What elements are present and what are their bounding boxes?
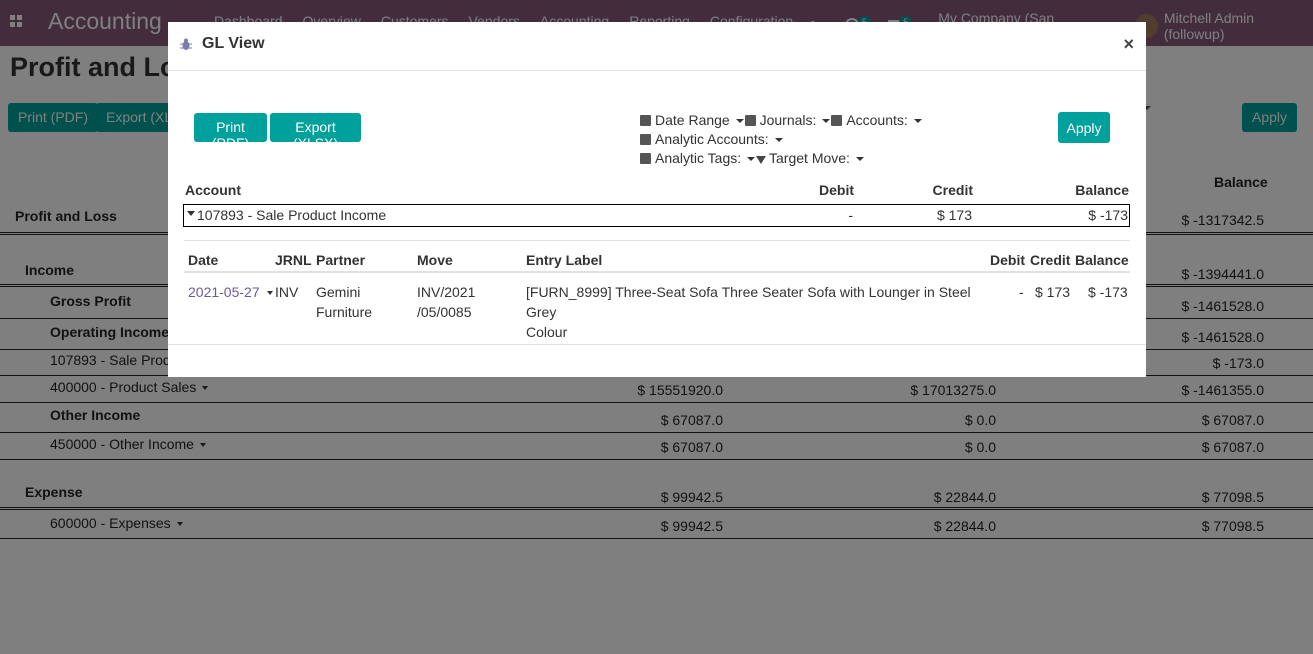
book-icon <box>640 134 651 145</box>
line-jrnl: INV <box>275 284 299 300</box>
debit-header: Debit <box>819 182 854 198</box>
jrnl-header: JRNL <box>275 252 312 268</box>
analytic-accounts-label: Analytic Accounts: <box>655 131 769 147</box>
line-date: 2021-05-27 <box>188 284 260 300</box>
line-partner-1: Gemini <box>316 284 361 300</box>
print-pdf-button[interactable]: Print (PDF) <box>194 113 267 151</box>
date-header: Date <box>188 252 219 268</box>
journals-filter[interactable]: Journals: <box>744 111 832 130</box>
caret-down-icon[interactable] <box>187 211 195 216</box>
line-move-2: /05/0085 <box>417 304 472 320</box>
line-partner: Gemini Furniture <box>316 282 372 322</box>
modal-title: GL View <box>202 35 265 52</box>
modal-footer <box>168 344 1146 345</box>
analytic-accounts-filter[interactable]: Analytic Accounts: <box>640 130 784 149</box>
date-range-label: Date Range <box>655 112 730 128</box>
book-icon <box>744 115 756 126</box>
line-entry-label: [FURN_8999] Three-Seat Sofa Three Seater… <box>526 282 981 342</box>
credit-header: Credit <box>932 182 973 198</box>
line-debit: - <box>1019 284 1024 300</box>
accounts-label: Accounts: <box>846 112 908 128</box>
bug-icon <box>180 38 192 51</box>
chevron-down-icon <box>735 119 744 124</box>
filter-bar: Date Range Journals: Accounts: Analytic … <box>640 111 1060 168</box>
balance-header: Balance <box>1075 182 1129 198</box>
chevron-down-icon <box>822 119 831 124</box>
modal-header: GL View × <box>168 22 1146 71</box>
accounts-filter[interactable]: Accounts: <box>831 111 922 130</box>
line-credit: $ 173 <box>1035 284 1071 300</box>
partner-header: Partner <box>316 252 366 268</box>
chevron-down-icon <box>747 157 756 162</box>
line-move-1: INV/2021 <box>417 284 476 300</box>
line-partner-2: Furniture <box>316 304 373 320</box>
chevron-down-icon <box>855 157 864 162</box>
journals-label: Journals: <box>759 112 817 128</box>
line-entry-2: Colour <box>526 324 568 340</box>
analytic-tags-label: Analytic Tags: <box>655 150 742 166</box>
close-icon[interactable]: × <box>1123 34 1134 55</box>
gl-view-dialog: GL View × Print (PDF) Export (XLSX) Date… <box>168 22 1146 377</box>
chevron-down-icon <box>913 119 922 124</box>
book-icon <box>831 115 843 126</box>
line-debit-header: Debit <box>990 252 1025 268</box>
line-balance: $ -173 <box>1088 284 1128 300</box>
account-header: Account <box>185 182 241 198</box>
account-debit: - <box>848 207 853 223</box>
entry-label-header: Entry Label <box>526 252 603 268</box>
move-lines-table: Date JRNL Partner Move Entry Label Debit… <box>184 240 1130 340</box>
chevron-down-icon <box>774 138 783 143</box>
target-move-label: Target Move: <box>769 150 850 166</box>
export-xlsx-button[interactable]: Export (XLSX) <box>270 113 361 151</box>
calendar-icon <box>640 115 651 126</box>
line-credit-header: Credit <box>1030 252 1071 268</box>
header-divider <box>184 271 1130 273</box>
book-icon <box>640 153 651 164</box>
target-move-filter[interactable]: Target Move: <box>756 149 865 168</box>
account-name: 107893 - Sale Product Income <box>197 207 387 223</box>
account-row[interactable]: 107893 - Sale Product Income - $ 173 $ -… <box>183 204 1130 227</box>
apply-button[interactable]: Apply <box>1058 112 1110 143</box>
account-credit: $ 173 <box>936 207 972 223</box>
line-date-link[interactable]: 2021-05-27 <box>188 282 273 302</box>
date-range-filter[interactable]: Date Range <box>640 111 745 130</box>
chevron-down-icon <box>266 291 273 296</box>
line-entry-1: [FURN_8999] Three-Seat Sofa Three Seater… <box>526 284 971 320</box>
filter-icon <box>756 156 767 164</box>
line-move: INV/2021/05/0085 <box>417 282 475 322</box>
account-balance: $ -173 <box>1088 207 1128 223</box>
move-header: Move <box>417 252 453 268</box>
line-balance-header: Balance <box>1075 252 1129 268</box>
analytic-tags-filter[interactable]: Analytic Tags: <box>640 149 756 168</box>
